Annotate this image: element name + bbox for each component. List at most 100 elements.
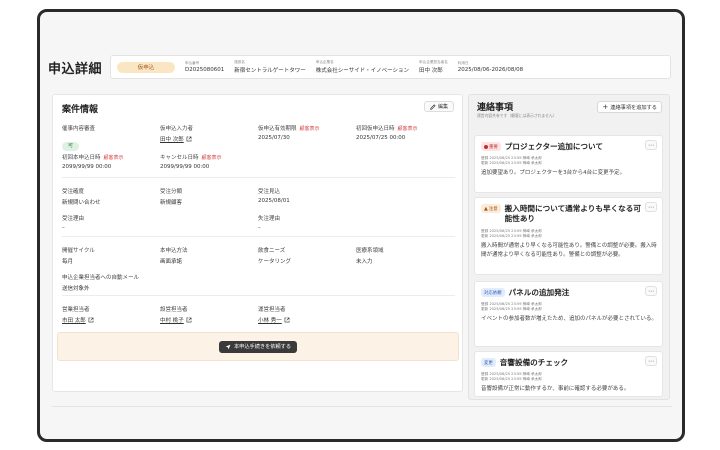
field-value: 2025/07/25 00:00 bbox=[356, 135, 406, 141]
card-header: 変更 音響設備のチェック bbox=[481, 358, 641, 368]
order-accuracy-field: 受注確度 新規問い合わせ bbox=[62, 187, 101, 206]
contact-card[interactable]: 対応依頼 パネルの追加発注 ⋯ 登録 2025/06/25 23:59 神崎 承… bbox=[474, 281, 663, 347]
summary-label: 申込企業名 bbox=[315, 60, 334, 64]
footer-divider bbox=[52, 406, 672, 407]
request-main-application-button[interactable]: 本申込手続きを依頼する bbox=[218, 340, 298, 353]
card-title: パネルの追加発注 bbox=[508, 288, 570, 297]
field-value: 2099/99/99 00:00 bbox=[160, 164, 210, 170]
field-value: ケータリング bbox=[258, 259, 292, 265]
field-label: 催事内容審査 bbox=[62, 126, 96, 132]
summary-label: 施設名 bbox=[234, 60, 246, 64]
sales-rep-link[interactable]: 市田 太郎 bbox=[62, 316, 94, 324]
contact-card[interactable]: 変更 音響設備のチェック ⋯ 登録 2025/06/25 23:59 神崎 承太… bbox=[474, 351, 663, 397]
card-updated: 更新 2025/06/25 23:59 神崎 承太郎 bbox=[481, 307, 542, 311]
summary-value: 新宿セントラルゲートタワー bbox=[234, 68, 306, 74]
card-header: 重要 プロジェクター追加について bbox=[481, 142, 641, 152]
priority-tag: ▲ 注意 bbox=[481, 204, 501, 213]
field-label: 本申込方法 bbox=[160, 248, 188, 254]
field-value: – bbox=[62, 225, 65, 231]
field-label: 運営担当者 bbox=[258, 307, 286, 313]
contact-card[interactable]: ▲ 注意 搬入時間について通常よりも早くなる可能性あり ⋯ 登録 2025/06/… bbox=[474, 197, 663, 275]
first-main-date-field: 初回本申込日時 顧客表示 2099/99/99 00:00 bbox=[62, 153, 124, 171]
more-options-button[interactable]: ⋯ bbox=[645, 356, 657, 366]
field-value: 新規問い合わせ bbox=[62, 200, 101, 206]
order-reason-field: 受注理由 – bbox=[62, 214, 84, 231]
card-body: 追加要望あり。プロジェクターを3台から4台に変更予定。 bbox=[481, 170, 626, 176]
send-icon bbox=[225, 344, 231, 349]
more-options-button[interactable]: ⋯ bbox=[645, 286, 657, 296]
summary-value: 2025/08/06-2026/08/08 bbox=[457, 67, 524, 73]
external-link-icon bbox=[186, 136, 192, 142]
label-text: 初回本申込日時 bbox=[62, 155, 101, 161]
card-updated: 更新 2025/06/25 23:59 神崎 承太郎 bbox=[481, 161, 542, 165]
order-class-field: 受注分類 新規顧客 bbox=[160, 187, 182, 206]
field-label: 開催サイクル bbox=[62, 248, 95, 254]
edit-button[interactable]: 編集 bbox=[423, 101, 454, 112]
card-title: プロジェクター追加について bbox=[504, 142, 603, 151]
summary-value: 株式会社シーサイド・イノベーション bbox=[315, 68, 410, 74]
summary-label: 申込番号 bbox=[185, 61, 200, 65]
setup-rep-field: 設営担当者 中村 桃子 bbox=[160, 305, 192, 324]
field-label: 設営担当者 bbox=[160, 307, 188, 313]
priority-tag: 対応依頼 bbox=[481, 288, 505, 297]
link-text: 市田 太郎 bbox=[62, 318, 86, 324]
field-value: 未入力 bbox=[356, 259, 373, 265]
cycle-field: 開催サイクル 毎月 bbox=[62, 246, 95, 265]
temp-input-by-link[interactable]: 田中 次郎 bbox=[160, 135, 193, 143]
pencil-icon bbox=[430, 103, 436, 110]
priority-tag: 重要 bbox=[481, 142, 501, 151]
field-label: 初回本申込日時 顧客表示 bbox=[62, 153, 124, 162]
link-text: 小林 秀一 bbox=[258, 318, 282, 324]
add-contact-button[interactable]: + 連絡事項を追加する bbox=[597, 101, 662, 113]
card-body: 音響設備が正常に動作するか、事前に確認する必要がある。 bbox=[481, 386, 630, 392]
tag-label: 重要 bbox=[489, 144, 498, 150]
status-badge: 仮申込 bbox=[117, 61, 175, 73]
customer-visible-note: 顧客表示 bbox=[201, 154, 222, 161]
external-link-icon bbox=[88, 317, 94, 323]
more-options-button[interactable]: ⋯ bbox=[645, 202, 657, 212]
field-value: 画面承諾 bbox=[160, 259, 183, 265]
link-text: 田中 次郎 bbox=[160, 137, 184, 143]
summary-company: 申込企業名 株式会社シーサイド・イノベーション bbox=[316, 60, 409, 74]
setup-rep-link[interactable]: 中村 桃子 bbox=[160, 316, 192, 324]
field-label: キャンセル日時 顧客表示 bbox=[160, 153, 222, 162]
field-value: 送信対象外 bbox=[62, 286, 90, 292]
add-contact-label: 連絡事項を追加する bbox=[610, 104, 657, 111]
summary-value: D2025080601 bbox=[185, 67, 225, 73]
label-text: 初回仮申込日時 bbox=[356, 126, 395, 132]
auto-mail-field: 申込企業担当者への自動メール 送信対象外 bbox=[62, 273, 139, 292]
order-forecast-field: 受注見込 2025/08/01 bbox=[258, 187, 290, 204]
alert-dot-icon bbox=[484, 144, 488, 149]
ops-rep-link[interactable]: 小林 秀一 bbox=[258, 316, 290, 324]
case-info-panel: 案件情報 編集 催事内容審査 可 仮申込入力者 田中 次郎 仮申込有効期限 顧客表… bbox=[52, 94, 463, 392]
field-value: 2099/99/99 00:00 bbox=[62, 164, 112, 170]
contacts-panel: 連絡事項 運営内容共有です（顧客には表示されません） + 連絡事項を追加する 重… bbox=[468, 94, 670, 400]
application-summary-bar: 仮申込 申込番号 D2025080601 施設名 新宿セントラルゲートタワー 申… bbox=[110, 55, 671, 79]
card-body: イベントの参加者数が増えたため、追加のパネルが必要とされている。 bbox=[481, 316, 657, 322]
external-link-icon bbox=[186, 317, 192, 323]
warning-icon: ▲ bbox=[484, 205, 488, 212]
summary-application-number: 申込番号 D2025080601 bbox=[185, 61, 224, 73]
review-status-badge: 可 bbox=[62, 142, 79, 151]
contacts-subtitle: 運営内容共有です（顧客には表示されません） bbox=[477, 113, 557, 118]
request-button-label: 本申込手続きを依頼する bbox=[233, 344, 292, 350]
customer-visible-note: 顧客表示 bbox=[397, 125, 418, 132]
divider bbox=[62, 236, 455, 237]
medical-field: 医療系領域 未入力 bbox=[356, 246, 384, 265]
card-title: 音響設備のチェック bbox=[499, 358, 569, 367]
temp-expiry-field: 仮申込有効期限 顧客表示 2025/07/30 bbox=[258, 124, 320, 142]
summary-usage-date: 利用日 2025/08/06-2026/08/08 bbox=[458, 61, 523, 73]
plus-icon: + bbox=[602, 103, 609, 111]
tag-label: 注意 bbox=[488, 206, 498, 212]
food-needs-field: 飲食ニーズ ケータリング bbox=[258, 246, 291, 265]
page-header: 申込詳細 仮申込 申込番号 D2025080601 施設名 新宿セントラルゲート… bbox=[48, 52, 671, 82]
main-method-field: 本申込方法 画面承諾 bbox=[160, 246, 188, 265]
contact-card[interactable]: 重要 プロジェクター追加について ⋯ 登録 2025/06/25 23:59 神… bbox=[474, 135, 663, 193]
temp-input-by-field: 仮申込入力者 田中 次郎 bbox=[160, 124, 193, 143]
summary-label: 利用日 bbox=[457, 61, 469, 65]
summary-facility: 施設名 新宿セントラルゲートタワー bbox=[234, 60, 306, 74]
customer-visible-note: 顧客表示 bbox=[103, 154, 124, 161]
cancel-date-field: キャンセル日時 顧客表示 2099/99/99 00:00 bbox=[160, 153, 222, 171]
more-options-button[interactable]: ⋯ bbox=[645, 140, 657, 150]
field-label: 受注分類 bbox=[160, 189, 183, 195]
